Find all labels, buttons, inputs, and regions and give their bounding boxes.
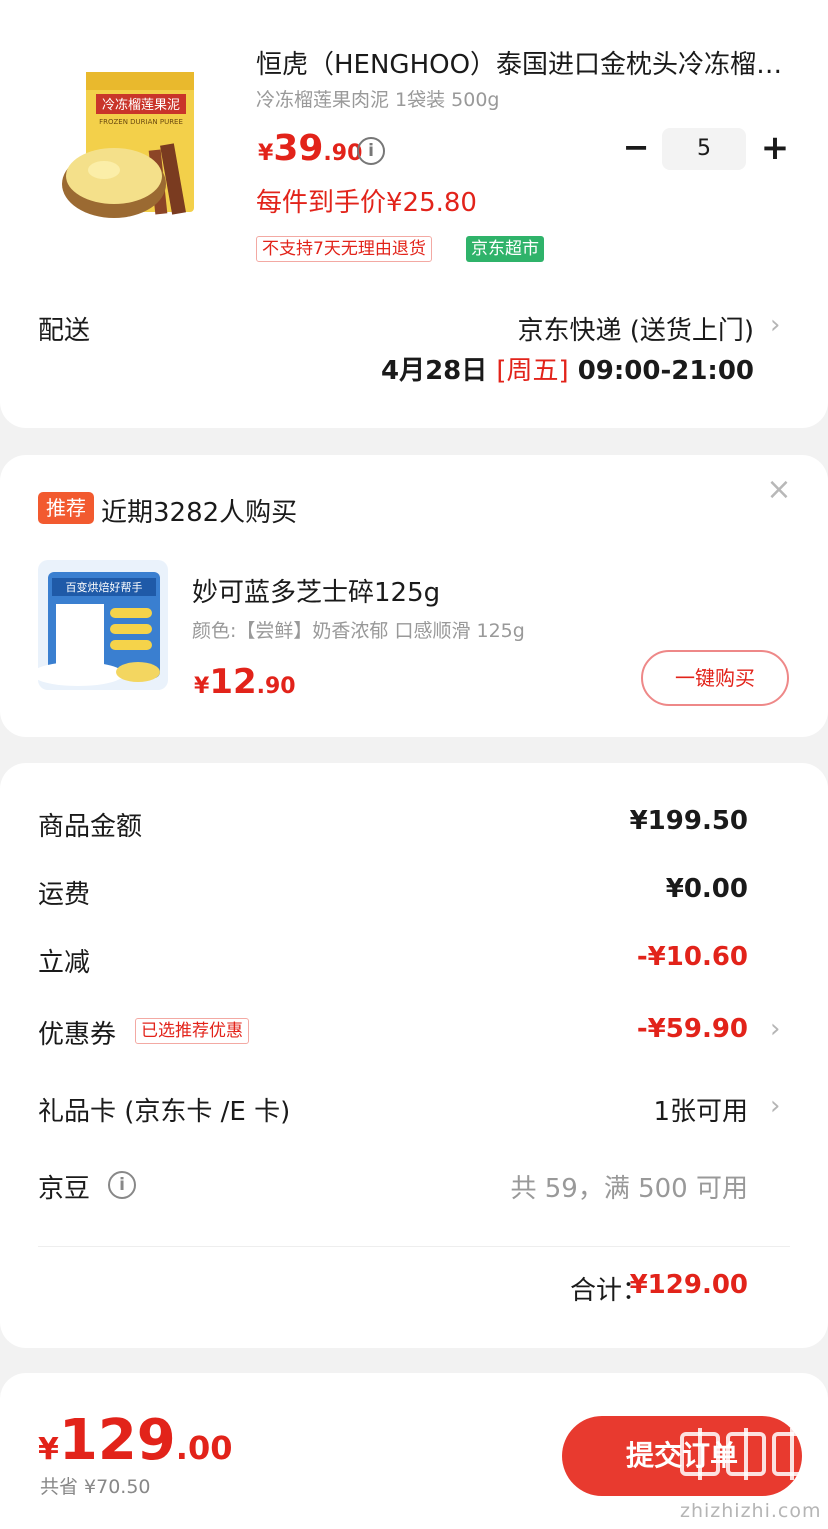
delivery-chevron-icon[interactable]: ›	[770, 310, 780, 340]
shipping-label: 运费	[38, 880, 91, 910]
discount-value: -¥10.60	[636, 942, 748, 972]
recommend-text: 近期3282人购买	[101, 498, 298, 528]
final-price-decimal: .00	[175, 1429, 233, 1467]
product-price: ¥39.90	[258, 128, 362, 169]
giftcard-label[interactable]: 礼品卡 (京东卡 /E 卡)	[38, 1091, 290, 1128]
no-return-tag: 不支持7天无理由退货	[256, 236, 432, 262]
recommend-price: ¥12.90	[194, 662, 296, 702]
final-price: ¥129.00	[38, 1408, 232, 1473]
recommend-image-text: 百变烘焙好帮手	[66, 580, 143, 594]
shipping-value: ¥0.00	[665, 874, 748, 904]
product-image[interactable]: 冷冻榴莲果泥 FROZEN DURIAN PUREE	[56, 64, 206, 224]
deal-price: 每件到手价¥25.80	[256, 188, 477, 218]
store-tag: 京东超市	[466, 236, 544, 262]
recommend-product-image[interactable]: 百变烘焙好帮手	[38, 560, 168, 690]
delivery-method[interactable]: 京东快递 (送货上门)	[517, 310, 754, 347]
recommend-price-decimal: .90	[256, 674, 296, 699]
giftcard-value[interactable]: 1张可用	[653, 1091, 748, 1128]
price-symbol: ¥	[258, 141, 274, 166]
summary-divider	[38, 1246, 790, 1247]
discount-label: 立减	[38, 948, 91, 978]
one-click-buy-button[interactable]: 一键购买	[641, 650, 789, 706]
watermark-logo	[680, 1428, 812, 1480]
product-image-text: 冷冻榴莲果泥	[102, 97, 180, 113]
beans-value: 共 59，满 500 可用	[510, 1174, 748, 1204]
goods-amount-value: ¥199.50	[629, 806, 748, 836]
goods-amount-label: 商品金额	[38, 812, 143, 842]
delivery-hours: 09:00-21:00	[577, 356, 754, 386]
coupon-chevron-icon[interactable]: ›	[770, 1014, 780, 1044]
quantity-plus-button[interactable]: +	[758, 130, 792, 168]
price-integer: 39	[273, 128, 324, 169]
delivery-date: 4月28日	[380, 356, 488, 386]
summary-card	[0, 763, 828, 1348]
final-price-integer: 129	[58, 1408, 176, 1473]
recommend-product-spec: 颜色:【尝鲜】奶香浓郁 口感顺滑 125g	[192, 620, 525, 642]
recommend-price-symbol: ¥	[194, 674, 210, 699]
saved-amount: 共省 ¥70.50	[40, 1476, 151, 1498]
recommend-price-integer: 12	[209, 662, 257, 702]
beans-info-icon[interactable]: i	[108, 1171, 136, 1199]
price-info-icon[interactable]: i	[357, 137, 385, 165]
product-title[interactable]: 恒虎（HENGHOO）泰国进口金枕头冷冻榴莲果肉泥	[256, 44, 801, 81]
product-spec: 冷冻榴莲果肉泥 1袋装 500g	[256, 89, 500, 111]
watermark-text: zhizhizhi.com	[680, 1500, 822, 1522]
beans-label: 京豆	[38, 1174, 91, 1204]
total-value: ¥129.00	[629, 1270, 748, 1300]
coupon-label[interactable]: 优惠券	[38, 1014, 116, 1051]
final-price-symbol: ¥	[38, 1432, 59, 1467]
delivery-weekday: [周五]	[496, 356, 569, 386]
quantity-input[interactable]: 5	[662, 128, 746, 170]
coupon-selected-tag: 已选推荐优惠	[135, 1018, 249, 1044]
recommend-product-name[interactable]: 妙可蓝多芝士碎125g	[192, 572, 440, 609]
giftcard-chevron-icon[interactable]: ›	[770, 1091, 780, 1121]
close-icon[interactable]: ×	[764, 475, 794, 506]
quantity-minus-button[interactable]: −	[622, 131, 650, 166]
recommend-badge: 推荐	[38, 492, 94, 524]
coupon-value[interactable]: -¥59.90	[637, 1014, 748, 1044]
delivery-label: 配送	[38, 316, 91, 346]
product-image-text-en: FROZEN DURIAN PUREE	[99, 118, 183, 126]
delivery-time[interactable]: 4月28日 [周五] 09:00-21:00	[381, 350, 754, 387]
